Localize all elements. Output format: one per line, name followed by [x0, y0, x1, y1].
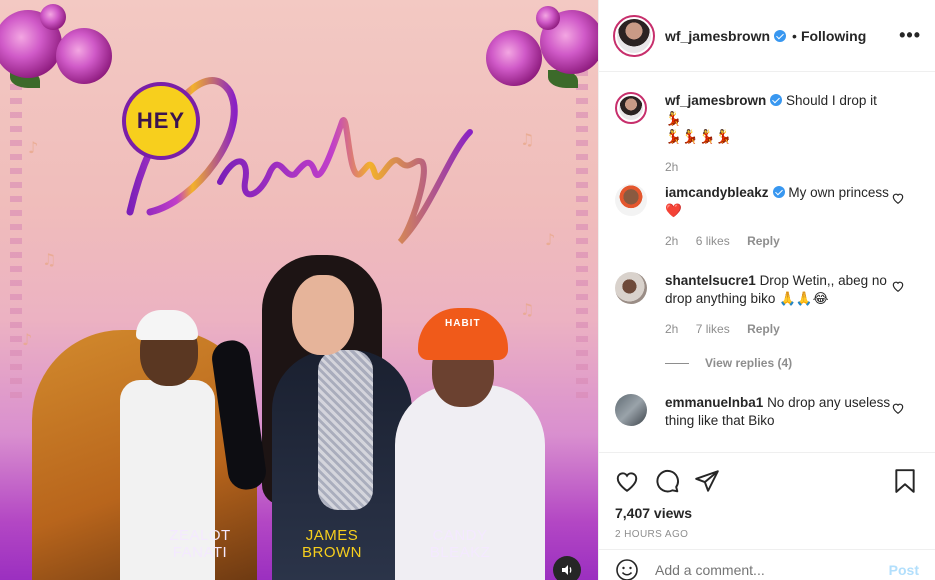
post-actions: 7,407 views 2 HOURS AGO Post — [599, 452, 935, 580]
caption-line: CANDY — [432, 527, 488, 544]
following-button[interactable]: Following — [801, 28, 866, 44]
decorative-frame-left — [10, 70, 22, 400]
share-button[interactable] — [693, 467, 721, 495]
post-timestamp[interactable]: 2 HOURS AGO — [599, 521, 935, 540]
comment-bubble-icon — [656, 469, 679, 493]
caption-line: FANATI — [172, 544, 228, 561]
music-note-icon: ♫ — [520, 300, 535, 319]
artist-caption-right: CANDY BLEAKZ — [420, 527, 500, 561]
music-note-icon: ♪ — [545, 230, 556, 249]
reply-button[interactable]: Reply — [747, 234, 780, 248]
music-note-icon: ♪ — [22, 330, 33, 349]
view-replies-button[interactable]: View replies (4) — [665, 356, 792, 370]
separator-dot: • — [792, 27, 797, 44]
hat-logo-text: HABIT — [445, 318, 481, 329]
author-avatar[interactable] — [615, 92, 647, 124]
comment-item: emmanuelnba1 No drop any useless thing l… — [615, 394, 919, 430]
author-username[interactable]: wf_jamesbrown — [665, 28, 770, 44]
commenter-avatar[interactable] — [615, 394, 647, 426]
decorative-frame-right — [576, 70, 588, 400]
verified-badge-icon — [770, 94, 783, 106]
post-media[interactable]: ♪ ♫ ♪ ♫ ♪ ♫ HEY HABIT ZEALOT FANATI JAME… — [0, 0, 598, 580]
verified-badge-icon — [774, 29, 787, 42]
person-middle-lace — [318, 350, 373, 510]
music-note-icon: ♫ — [42, 250, 57, 269]
hey-badge: HEY — [122, 82, 200, 160]
caption-username[interactable]: wf_jamesbrown — [665, 93, 766, 108]
comments-list: wf_jamesbrown Should I drop it 💃 💃💃💃💃 2h… — [599, 72, 935, 452]
action-icons-row — [599, 453, 935, 499]
comment-input[interactable] — [655, 561, 889, 578]
views-count[interactable]: 7,407 views — [599, 499, 935, 521]
like-button[interactable] — [613, 467, 641, 495]
caption-text-continued: 💃💃💃💃 — [665, 129, 733, 144]
caption-time[interactable]: 2h — [665, 160, 678, 174]
comment-meta: 2h 6 likes Reply — [665, 232, 895, 250]
comment-username[interactable]: shantelsucre1 — [665, 273, 756, 288]
add-comment-bar: Post — [599, 549, 935, 580]
reply-button[interactable]: Reply — [747, 322, 780, 336]
comment-username[interactable]: iamcandybleakz — [665, 185, 769, 200]
commenter-avatar[interactable] — [615, 184, 647, 216]
comment-time[interactable]: 2h — [665, 234, 678, 248]
music-note-icon: ♪ — [28, 138, 39, 157]
commenter-avatar[interactable] — [615, 272, 647, 304]
avatar-image — [617, 18, 651, 53]
post-comment-button[interactable]: Post — [889, 562, 919, 578]
caption-line: JAMES — [305, 527, 359, 544]
person-left-cap — [136, 310, 198, 340]
view-replies-line — [665, 362, 689, 364]
comment-username[interactable]: emmanuelnba1 — [665, 395, 763, 410]
artist-caption-left: ZEALOT FANATI — [160, 527, 240, 561]
bookmark-icon — [895, 469, 915, 493]
rose-decoration — [536, 6, 560, 30]
comment-button[interactable] — [653, 467, 681, 495]
more-options-icon[interactable]: ••• — [899, 25, 921, 46]
emoji-smile-icon[interactable] — [615, 558, 639, 580]
like-comment-heart-icon[interactable] — [891, 279, 905, 293]
paper-plane-icon — [695, 470, 719, 492]
comment-likes[interactable]: 6 likes — [696, 234, 730, 248]
view-replies-label: View replies (4) — [705, 356, 793, 370]
artist-caption-middle: JAMES BROWN — [292, 527, 372, 561]
rose-decoration — [56, 28, 112, 84]
music-note-icon: ♫ — [520, 130, 535, 149]
comment-likes[interactable]: 7 likes — [696, 322, 730, 336]
mute-toggle-button[interactable] — [553, 556, 581, 580]
save-button[interactable] — [891, 467, 919, 495]
comment-time[interactable]: 2h — [665, 322, 678, 336]
author-avatar[interactable] — [613, 14, 655, 57]
caption-line: BROWN — [302, 544, 362, 561]
person-right-hat — [418, 308, 508, 360]
comment-item: shantelsucre1 Drop Wetin,, abeg no drop … — [615, 272, 919, 338]
verified-badge-icon — [772, 186, 785, 198]
comment-meta: 2h 7 likes Reply — [665, 320, 895, 338]
comment-item: iamcandybleakz My own princess ❤️ 2h 6 l… — [615, 184, 919, 250]
caption-line: BLEAKZ — [429, 544, 491, 561]
rose-decoration — [40, 4, 66, 30]
caption-meta: 2h — [665, 158, 895, 176]
speaker-icon — [562, 565, 572, 575]
heart-icon — [616, 472, 638, 492]
person-middle-face — [292, 275, 354, 355]
post-header: wf_jamesbrown • Following ••• — [599, 0, 935, 72]
like-comment-heart-icon[interactable] — [891, 191, 905, 205]
post-caption: wf_jamesbrown Should I drop it 💃 💃💃💃💃 2h — [615, 92, 919, 176]
caption-line: ZEALOT — [169, 527, 231, 544]
post-side-panel: wf_jamesbrown • Following ••• wf_jamesbr… — [598, 0, 935, 580]
like-comment-heart-icon[interactable] — [891, 401, 905, 415]
